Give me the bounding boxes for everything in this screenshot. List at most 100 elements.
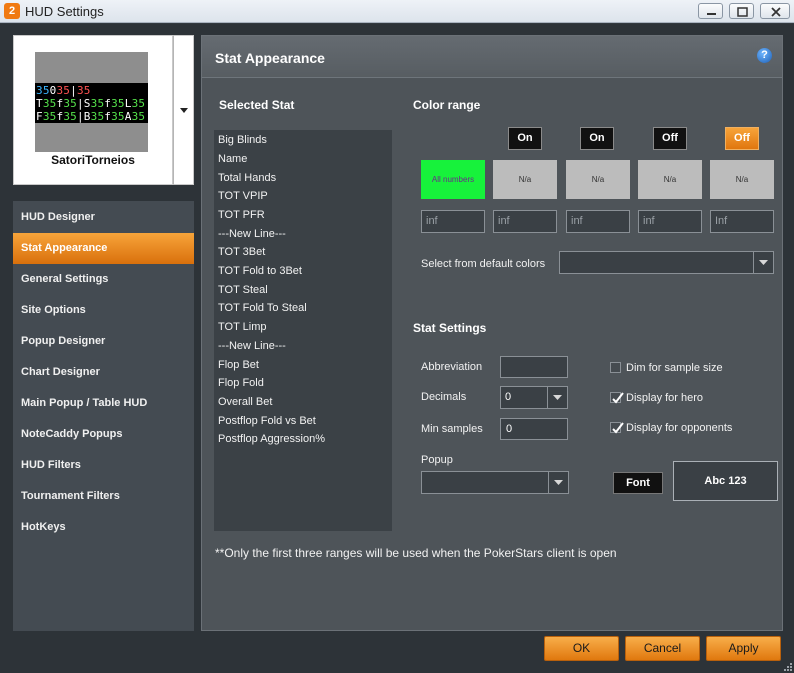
hud-preview-line: F35f35|B35f35A35 [36,110,147,123]
range-limit-input-1[interactable]: inf [421,210,485,233]
hud-preview-token: S [83,97,91,110]
list-item[interactable]: TOT VPIP [218,190,268,202]
hud-preview-token: 35 [56,84,71,97]
hud-preview-token: 35 [76,84,91,97]
abbreviation-input[interactable] [500,356,568,378]
range-2-toggle[interactable]: On [580,127,614,150]
minimize-icon [707,13,716,15]
range-4-toggle[interactable]: Off [725,127,759,150]
range-limit-input-5[interactable]: Inf [710,210,774,233]
page-title: Stat Appearance [215,50,325,66]
dim-for-sample-size-checkbox[interactable] [610,362,621,373]
help-icon[interactable]: ? [757,48,772,63]
panel-header: Stat Appearance ? [202,36,782,78]
list-item[interactable]: TOT Fold to 3Bet [218,265,302,277]
popup-select[interactable] [421,471,569,494]
cancel-button[interactable]: Cancel [625,636,700,661]
decimals-value: 0 [505,391,512,403]
nav-item-chart-designer[interactable]: Chart Designer [13,357,194,388]
list-item[interactable]: TOT PFR [218,209,265,221]
list-item[interactable]: TOT 3Bet [218,246,265,258]
settings-nav: HUD Designer Stat Appearance General Set… [13,201,194,631]
nav-item-hud-filters[interactable]: HUD Filters [13,450,194,481]
range-color-swatch-5[interactable]: N/a [710,160,774,199]
selected-stat-list[interactable]: Big Blinds Name Total Hands TOT VPIP TOT… [214,130,392,531]
hud-profile-preview[interactable]: 35035|35 T35f35|S35f35L35 F35f35|B35f35A35… [13,35,173,185]
list-item[interactable]: TOT Limp [218,321,267,333]
list-item[interactable]: Postflop Fold vs Bet [218,415,316,427]
decimals-label: Decimals [421,391,467,403]
range-limit-input-3[interactable]: inf [566,210,630,233]
hud-preview-token: | [76,97,84,110]
hud-preview-token: L [124,97,132,110]
title-bar: 2 HUD Settings [0,0,794,23]
list-item[interactable]: Flop Fold [218,377,264,389]
display-for-opponents-checkbox[interactable] [610,422,624,434]
list-item[interactable]: Postflop Aggression% [218,433,325,445]
nav-item-main-popup[interactable]: Main Popup / Table HUD [13,388,194,419]
apply-button[interactable]: Apply [706,636,781,661]
range-limit-input-4[interactable]: inf [638,210,702,233]
hud-preview-line: T35f35|S35f35L35 [36,97,147,110]
checkmark-icon [612,392,624,404]
hud-preview-token: 35 [42,97,57,110]
list-item[interactable]: Name [218,153,247,165]
hud-preview-token: 35 [90,110,105,123]
nav-item-notecaddy-popups[interactable]: NoteCaddy Popups [13,419,194,450]
range-color-swatch-3[interactable]: N/a [566,160,630,199]
nav-item-stat-appearance[interactable]: Stat Appearance [13,233,194,264]
window-title: HUD Settings [25,4,104,19]
stat-settings-heading: Stat Settings [413,321,487,335]
maximize-icon [737,7,748,17]
font-preview: Abc 123 [673,461,778,501]
hud-preview-token: 35 [111,110,125,123]
hud-preview-token: B [83,110,91,123]
maximize-button[interactable] [729,3,754,19]
range-color-swatch-1[interactable]: All numbers [421,160,485,199]
range-color-swatch-2[interactable]: N/a [493,160,557,199]
resize-grip-icon[interactable] [781,661,793,673]
hud-preview-stats: 35035|35 T35f35|S35f35L35 F35f35|B35f35A35 [35,83,148,123]
close-button[interactable] [760,3,790,19]
list-item[interactable]: Overall Bet [218,396,272,408]
ok-button[interactable]: OK [544,636,619,661]
selected-stat-heading: Selected Stat [219,98,295,112]
list-item[interactable]: Total Hands [218,172,276,184]
chevron-down-icon [548,472,568,493]
min-samples-input[interactable]: 0 [500,418,568,440]
min-samples-label: Min samples [421,423,483,435]
list-item[interactable]: ---New Line--- [218,228,286,240]
nav-item-site-options[interactable]: Site Options [13,295,194,326]
nav-item-hotkeys[interactable]: HotKeys [13,512,194,543]
color-range-heading: Color range [413,98,481,112]
nav-item-tournament-filters[interactable]: Tournament Filters [13,481,194,512]
hud-preview-image: 35035|35 T35f35|S35f35L35 F35f35|B35f35A35 [35,52,148,152]
default-colors-select[interactable] [559,251,774,274]
display-for-hero-checkbox[interactable] [610,392,624,404]
profile-dropdown-button[interactable] [173,35,194,185]
nav-item-hud-designer[interactable]: HUD Designer [13,202,194,233]
range-1-toggle[interactable]: On [508,127,542,150]
hud-preview-token: A [124,110,132,123]
range-limit-input-2[interactable]: inf [493,210,557,233]
hud-preview-token: 35 [131,97,146,110]
checkmark-icon [612,422,624,434]
minimize-button[interactable] [698,3,723,19]
decimals-select[interactable]: 0 [500,386,568,409]
nav-item-popup-designer[interactable]: Popup Designer [13,326,194,357]
profile-name: SatoriTorneios [51,153,135,167]
chevron-down-icon [753,252,773,273]
hud-preview-token: 35 [90,97,105,110]
list-item[interactable]: TOT Steal [218,284,268,296]
display-for-opponents-label: Display for opponents [626,422,733,434]
hud-preview-token: 35 [111,97,125,110]
list-item[interactable]: ---New Line--- [218,340,286,352]
list-item[interactable]: Flop Bet [218,359,259,371]
font-button[interactable]: Font [613,472,663,494]
range-color-swatch-4[interactable]: N/a [638,160,702,199]
list-item[interactable]: Big Blinds [218,134,267,146]
dim-for-sample-size-label: Dim for sample size [626,362,723,374]
nav-item-general-settings[interactable]: General Settings [13,264,194,295]
list-item[interactable]: TOT Fold To Steal [218,302,307,314]
range-3-toggle[interactable]: Off [653,127,687,150]
